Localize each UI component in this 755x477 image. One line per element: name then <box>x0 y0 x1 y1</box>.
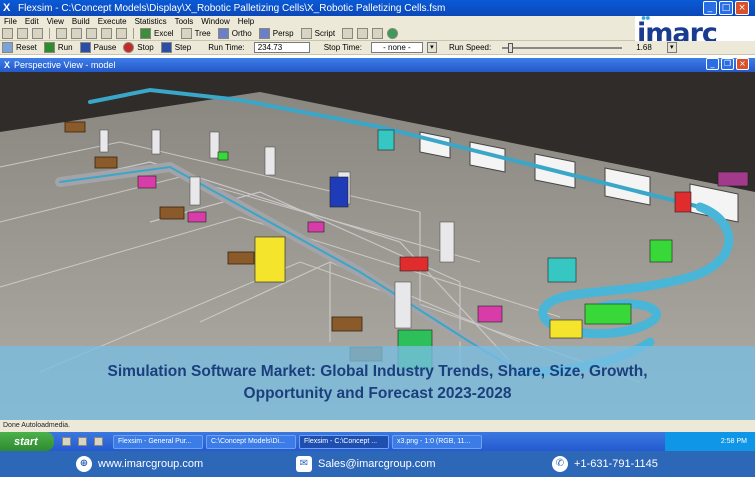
disconnect-icon[interactable] <box>86 28 97 39</box>
task-concept-models[interactable]: C:\Concept Models\Di... <box>206 434 296 449</box>
menu-help[interactable]: Help <box>234 16 258 27</box>
globe-icon[interactable] <box>387 28 399 39</box>
run-button[interactable]: Run <box>58 43 73 52</box>
excel-icon[interactable] <box>140 28 151 39</box>
pause-button[interactable]: Pause <box>94 43 117 52</box>
save-icon[interactable] <box>32 28 43 39</box>
stop-icon[interactable] <box>123 42 135 53</box>
stop-button[interactable]: Stop <box>137 43 153 52</box>
report-title-banner: Simulation Software Market: Global Indus… <box>0 346 755 420</box>
main-toolbar: Excel Tree Ortho Persp Script <box>0 27 635 41</box>
reset-button[interactable]: Reset <box>16 43 37 52</box>
website-contact: ⊕ www.imarcgroup.com <box>76 451 203 477</box>
toolbar-divider <box>49 28 50 39</box>
excel-button[interactable]: Excel <box>154 29 174 38</box>
run-control-toolbar: Reset Run Pause Stop Step Run Time: 234.… <box>0 41 755 55</box>
email-link[interactable]: Sales@imarcgroup.com <box>318 458 436 470</box>
table-icon[interactable] <box>357 28 369 39</box>
menu-statistics[interactable]: Statistics <box>131 16 171 27</box>
browser-launch-icon[interactable] <box>94 437 103 446</box>
contact-footer: ⊕ www.imarcgroup.com ✉ Sales@imarcgroup.… <box>0 451 755 477</box>
menu-tools[interactable]: Tools <box>171 16 198 27</box>
windows-taskbar: start Flexsim - General Pur... C:\Concep… <box>0 432 755 451</box>
window-controls: _ □ × <box>703 1 749 15</box>
flexsim-app-icon: X <box>3 2 11 14</box>
reset-icon[interactable] <box>2 42 13 53</box>
flexsim-launch-icon[interactable] <box>78 437 87 446</box>
email-icon: ✉ <box>296 456 312 472</box>
task-image-editor[interactable]: x3.png - 1:0 (RGB, 11... <box>392 434 482 449</box>
view-window-controls: _ ❐ × <box>706 58 749 70</box>
view-restore-button[interactable]: ❐ <box>721 58 734 70</box>
select-icon[interactable] <box>101 28 112 39</box>
view-window-icon: X <box>4 60 11 70</box>
view-minimize-button[interactable]: _ <box>706 58 719 70</box>
window-title: Flexsim - C:\Concept Models\Display\X_Ro… <box>18 2 446 14</box>
toolbar-divider <box>133 28 134 39</box>
open-folder-icon[interactable] <box>17 28 28 39</box>
status-bar: Done Autoloadmedia. <box>0 420 755 432</box>
persp-button[interactable]: Persp <box>273 29 294 38</box>
tray-clock: 2:58 PM <box>720 438 747 445</box>
speed-dropdown-icon[interactable]: ▾ <box>666 42 677 53</box>
tree-icon[interactable] <box>180 28 192 39</box>
step-button[interactable]: Step <box>175 43 191 52</box>
stop-time-field[interactable]: - none - <box>370 42 423 53</box>
phone-link[interactable]: +1-631-791-1145 <box>574 458 658 470</box>
ortho-grid-icon[interactable] <box>217 28 229 39</box>
ortho-button[interactable]: Ortho <box>232 29 252 38</box>
run-speed-slider[interactable] <box>502 42 623 53</box>
menu-bar: File Edit View Build Execute Statistics … <box>0 16 635 27</box>
run-time-label: Run Time: <box>208 43 245 52</box>
chart-icon[interactable] <box>372 28 384 39</box>
email-contact: ✉ Sales@imarcgroup.com <box>296 451 436 477</box>
close-button[interactable]: × <box>735 1 749 15</box>
run-time-field: 234.73 <box>253 42 310 53</box>
logo-dots-icon <box>641 16 650 20</box>
menu-file[interactable]: File <box>0 16 21 27</box>
view-close-button[interactable]: × <box>736 58 749 70</box>
menu-edit[interactable]: Edit <box>21 16 43 27</box>
new-file-icon[interactable] <box>2 28 13 39</box>
stop-time-label: Stop Time: <box>323 43 362 52</box>
run-speed-label: Run Speed: <box>448 43 492 52</box>
script-button[interactable]: Script <box>315 29 335 38</box>
settings-icon[interactable] <box>342 28 354 39</box>
menu-view[interactable]: View <box>43 16 68 27</box>
persp-grid-icon[interactable] <box>258 28 270 39</box>
view-title: Perspective View - model <box>14 60 116 70</box>
tree-button[interactable]: Tree <box>195 29 211 38</box>
menu-build[interactable]: Build <box>68 16 94 27</box>
group-icon[interactable] <box>116 28 127 39</box>
step-icon[interactable] <box>160 42 172 53</box>
connect-icon[interactable] <box>71 28 82 39</box>
maximize-button[interactable]: □ <box>719 1 733 15</box>
run-icon[interactable] <box>43 42 55 53</box>
pause-icon[interactable] <box>79 42 91 53</box>
slider-knob[interactable] <box>508 42 514 53</box>
minimize-button[interactable]: _ <box>703 1 717 15</box>
system-tray: 2:58 PM <box>665 432 755 451</box>
phone-icon: ✆ <box>552 456 568 472</box>
task-flexsim-model[interactable]: Flexsim - C:\Concept ... <box>299 434 389 449</box>
task-flexsim-general[interactable]: Flexsim - General Pur... <box>113 434 203 449</box>
menu-window[interactable]: Window <box>197 16 233 27</box>
website-link[interactable]: www.imarcgroup.com <box>98 458 203 470</box>
banner-title-line-1: Simulation Software Market: Global Indus… <box>107 363 648 380</box>
start-label: start <box>14 435 38 448</box>
chevron-down-icon[interactable]: ▾ <box>426 42 437 53</box>
start-button[interactable]: start <box>0 432 54 451</box>
quick-launch-icons <box>60 437 110 446</box>
run-speed-value: 1.68 <box>636 43 652 52</box>
phone-contact: ✆ +1-631-791-1145 <box>552 451 658 477</box>
perspective-view-titlebar: X Perspective View - model _ ❐ × <box>0 58 755 72</box>
globe-icon: ⊕ <box>76 456 92 472</box>
pointer-icon[interactable] <box>56 28 67 39</box>
script-icon[interactable] <box>300 28 312 39</box>
show-desktop-icon[interactable] <box>62 437 71 446</box>
banner-title-line-2: Opportunity and Forecast 2023-2028 <box>243 385 512 402</box>
menu-execute[interactable]: Execute <box>94 16 131 27</box>
